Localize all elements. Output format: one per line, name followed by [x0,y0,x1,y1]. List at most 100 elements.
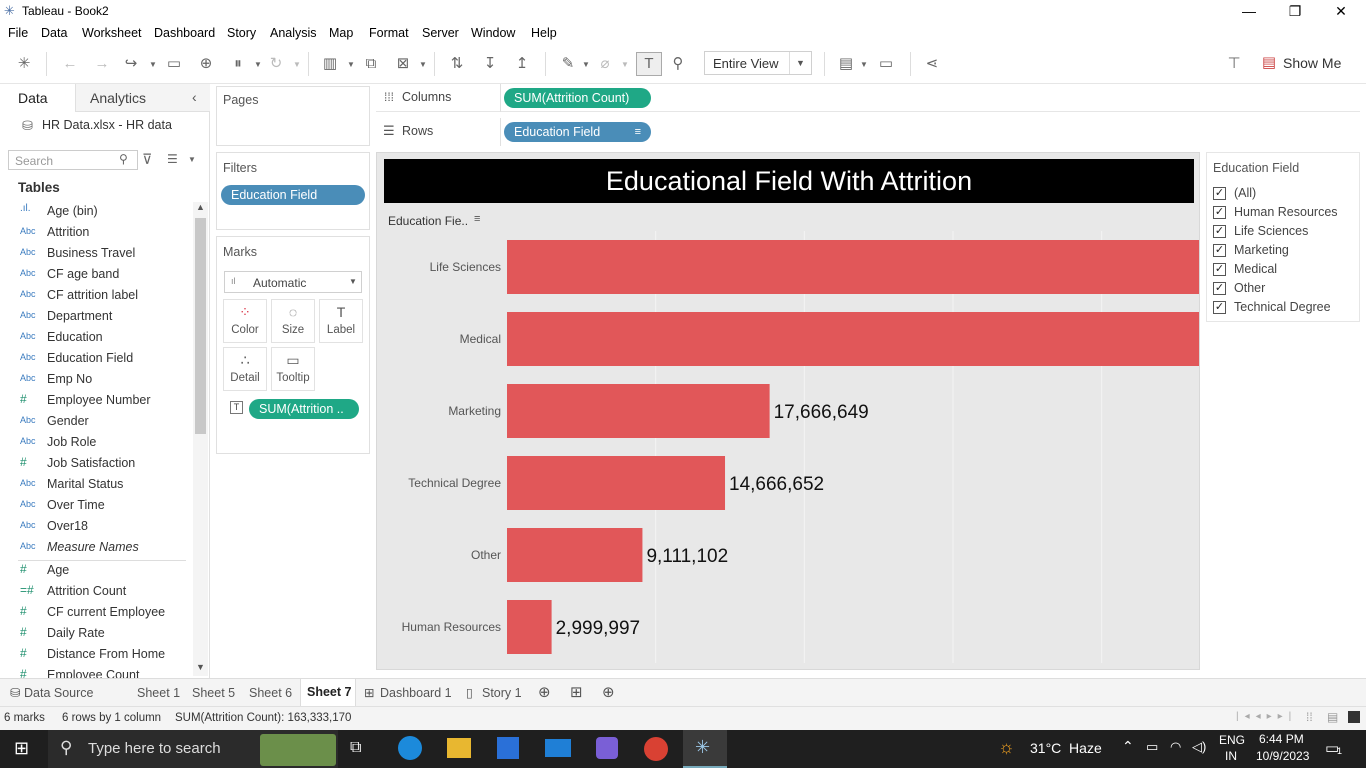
new-dashboard-tab-icon[interactable]: ⊞ [570,679,583,707]
legend-item[interactable]: ✓ Other [1213,280,1353,299]
columns-pill-sum-attrition[interactable]: SUM(Attrition Count) [504,88,651,108]
bar[interactable] [507,600,552,654]
category-label[interactable]: Human Resources [402,620,501,634]
clear-sheet-icon[interactable]: ⊠ [393,54,413,74]
tab-data[interactable]: Data [0,84,76,112]
menu-help[interactable]: Help [531,26,557,40]
pause-dropdown-icon[interactable]: ▼ [254,60,262,69]
legend-item[interactable]: ✓ Medical [1213,261,1353,280]
scroll-up-icon[interactable]: ▲ [196,202,205,212]
tab-sheet-7[interactable]: Sheet 7 [300,679,356,707]
scrollbar-thumb[interactable] [195,218,206,434]
tab-story-1[interactable]: Story 1 [482,679,522,707]
checkbox-icon[interactable]: ✓ [1213,301,1226,314]
filmstrip-icon[interactable]: ▤ [1327,710,1338,724]
language-code[interactable]: ENG [1219,733,1245,747]
legend-item[interactable]: ✓ Marketing [1213,242,1353,261]
tableau-taskbar-button[interactable]: ✳ [683,730,727,768]
tooltip-button[interactable]: ▭ Tooltip [271,347,315,391]
field-over18[interactable]: Abc Over18 [0,516,190,537]
menu-worksheet[interactable]: Worksheet [82,26,142,40]
checkbox-icon[interactable]: ✓ [1213,244,1226,257]
task-view-icon[interactable]: ⧉ [350,739,361,757]
show-cards-dropdown-icon[interactable]: ▼ [860,60,868,69]
menu-data[interactable]: Data [41,26,67,40]
meet-now-icon[interactable]: ▭ [1146,739,1158,755]
menu-story[interactable]: Story [227,26,256,40]
duplicate-sheet-icon[interactable]: ⧉ [361,54,381,74]
group-members-icon[interactable]: ⌀ [595,54,615,74]
show-me-icon[interactable]: ▤ [1259,53,1279,73]
legend-item[interactable]: ✓ (All) [1213,185,1353,204]
field-age[interactable]: # Age [0,560,190,581]
tab-dashboard-1[interactable]: Dashboard 1 [380,679,452,707]
collapse-pane-icon[interactable]: ‹ [192,89,197,105]
filter-fields-icon[interactable]: ⊽ [142,151,152,168]
show-me-button[interactable]: Show Me [1283,55,1341,71]
new-story-tab-icon[interactable]: ⊕ [602,679,615,707]
field-department[interactable]: Abc Department [0,306,190,327]
group-dropdown-icon[interactable]: ▼ [621,60,629,69]
menu-dashboard[interactable]: Dashboard [154,26,215,40]
sort-ascending-icon[interactable]: ↧ [480,54,500,74]
bar[interactable] [507,240,1199,294]
category-label[interactable]: Medical [460,332,501,346]
sheet-nav-icons[interactable]: |◂◂▸▸| [1236,711,1297,722]
search-input[interactable]: Search ⚲ [8,150,138,170]
windows-start-icon[interactable]: ⊞ [14,738,29,759]
detail-button[interactable]: ∴ Detail [223,347,267,391]
field-cf-current-employee[interactable]: # CF current Employee [0,602,190,623]
pause-updates-icon[interactable]: ⏸ [228,54,248,74]
show-mark-labels-icon[interactable]: T [636,52,662,76]
category-label[interactable]: Marketing [448,404,501,418]
field-daily-rate[interactable]: # Daily Rate [0,623,190,644]
new-worksheet-icon[interactable]: ▥ [320,54,340,74]
field-job-satisfaction[interactable]: # Job Satisfaction [0,453,190,474]
new-worksheet-tab-icon[interactable]: ⊕ [538,679,551,707]
menu-server[interactable]: Server [422,26,459,40]
show-cards-icon[interactable]: ▤ [836,54,856,74]
tab-sheet-5[interactable]: Sheet 5 [192,679,235,707]
presentation-mode-icon[interactable]: ▭ [876,54,896,74]
refresh-icon[interactable]: ↻ [266,54,286,74]
tableau-logo-icon[interactable]: ✳ [14,54,34,74]
field-employee-number[interactable]: # Employee Number [0,390,190,411]
category-label[interactable]: Technical Degree [408,476,501,490]
fix-axes-icon[interactable]: ⚲ [668,54,688,74]
menu-map[interactable]: Map [329,26,353,40]
sort-icon[interactable]: ≡ [635,122,641,142]
field-list-scrollbar[interactable]: ▲ ▼ [193,202,208,676]
field-education-field[interactable]: Abc Education Field [0,348,190,369]
swap-rows-columns-icon[interactable]: ⇅ [447,54,467,74]
label-button[interactable]: T Label [319,299,363,343]
checkbox-icon[interactable]: ✓ [1213,187,1226,200]
field-attrition[interactable]: Abc Attrition [0,222,190,243]
legend-item[interactable]: ✓ Human Resources [1213,204,1353,223]
tab-sheet-1[interactable]: Sheet 1 [137,679,180,707]
new-worksheet-dropdown-icon[interactable]: ▼ [347,60,355,69]
sheet-sorter-icon[interactable]: ⁞⁞ [1306,710,1313,724]
replay-dropdown-icon[interactable]: ▼ [149,60,157,69]
mark-type-select[interactable]: ıl Automatic ▼ [224,271,362,293]
columns-shelf[interactable]: ⁞⁞⁞ Columns SUM(Attrition Count) [376,84,1360,112]
menu-window[interactable]: Window [471,26,515,40]
restore-icon[interactable]: ❐ [1272,0,1318,22]
viz-area[interactable]: Educational Field With Attrition Educati… [376,152,1200,670]
field-job-role[interactable]: Abc Job Role [0,432,190,453]
tab-sheet-6[interactable]: Sheet 6 [249,679,292,707]
view-options-icon[interactable]: ☰ [167,152,178,166]
undo-icon[interactable]: ← [60,54,80,74]
fit-mode-select[interactable]: Entire View ▼ [704,51,812,75]
menu-analysis[interactable]: Analysis [270,26,317,40]
new-datasource-icon[interactable]: ⊕ [196,54,216,74]
weather-text[interactable]: 31°C Haze [1030,740,1102,756]
highlight-dropdown-icon[interactable]: ▼ [582,60,590,69]
field-emp-no[interactable]: Abc Emp No [0,369,190,390]
tab-data-source[interactable]: Data Source [24,679,93,707]
checkbox-icon[interactable]: ✓ [1213,282,1226,295]
bar[interactable] [507,456,726,510]
field-cf-attrition-label[interactable]: Abc CF attrition label [0,285,190,306]
highlight-icon[interactable]: ✎ [558,54,578,74]
tab-analytics[interactable]: Analytics ‹ [76,84,210,112]
format-painter-icon[interactable]: ⊤ [1224,54,1244,74]
